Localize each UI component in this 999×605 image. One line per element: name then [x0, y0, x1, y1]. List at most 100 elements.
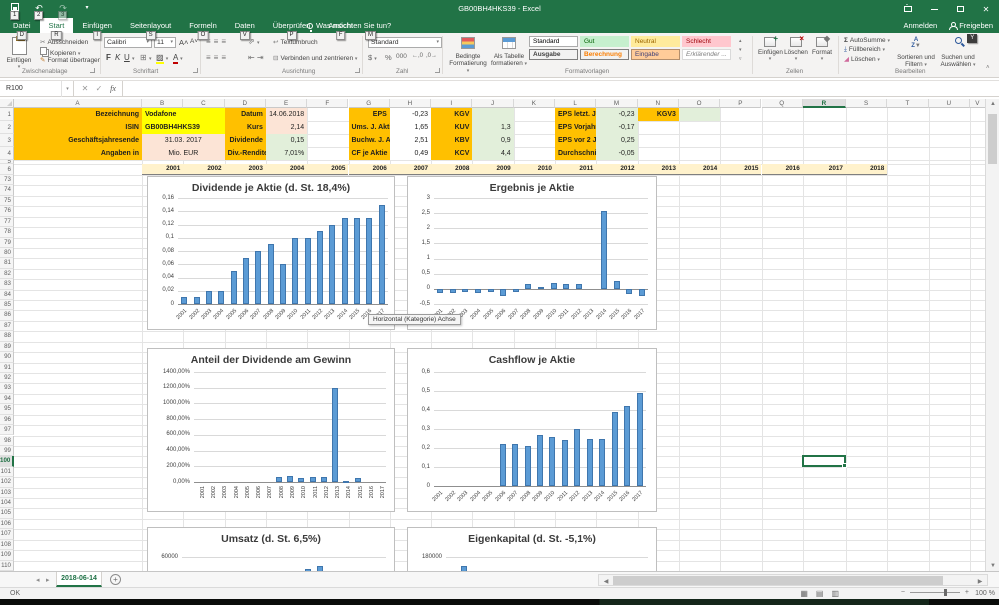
bar-2004[interactable] [475, 289, 481, 294]
number-format-select[interactable]: Standard ▾ [368, 37, 442, 48]
row-header-75[interactable]: 75 [0, 196, 14, 206]
column-header-G[interactable]: G [349, 99, 390, 108]
column-header-K[interactable]: K [514, 99, 555, 108]
row-header-83[interactable]: 83 [0, 279, 14, 289]
increase-decimal-button[interactable]: ←,0 [412, 53, 423, 59]
row-header-85[interactable]: 85 [0, 300, 14, 310]
bar-2008[interactable] [525, 446, 531, 486]
ribbon-tab-daten[interactable]: DatenV [226, 18, 264, 33]
bar-2016[interactable] [624, 406, 630, 486]
cell-J2[interactable]: 1,3 [472, 121, 513, 134]
bar-2015[interactable] [354, 218, 360, 304]
view-page-layout-button[interactable]: ▤ [816, 589, 824, 598]
view-normal-button[interactable]: ▦ [800, 589, 808, 598]
cell-style-neutral[interactable]: Neutral [631, 36, 680, 47]
column-header-L[interactable]: L [555, 99, 596, 108]
year-cell-2013[interactable]: 2013 [638, 164, 679, 175]
column-header-V[interactable]: V [970, 99, 985, 108]
cell-G3[interactable]: Buchw. J. A. [349, 134, 390, 147]
row-header-91[interactable]: 91 [0, 363, 14, 373]
bar-2009[interactable] [537, 435, 543, 486]
bar-2014[interactable] [599, 439, 605, 487]
bar-2007[interactable] [255, 251, 261, 304]
year-cell-2003[interactable]: 2003 [225, 164, 266, 175]
row-header-97[interactable]: 97 [0, 425, 14, 435]
ribbon-tab-start[interactable]: StartR [40, 18, 74, 33]
cell-H3[interactable]: 2,51 [390, 134, 431, 147]
year-cell-2007[interactable]: 2007 [390, 164, 431, 175]
cell-E2[interactable]: 2,14 [266, 121, 307, 134]
number-dialog-launcher[interactable] [435, 68, 440, 73]
bar-2009[interactable] [280, 264, 286, 304]
bar-2010[interactable] [549, 437, 555, 486]
row-header-76[interactable]: 76 [0, 206, 14, 216]
year-cell-2008[interactable]: 2008 [431, 164, 472, 175]
bar-2015[interactable] [614, 281, 620, 289]
bar-2010[interactable] [292, 238, 298, 304]
year-cell-2009[interactable]: 2009 [472, 164, 513, 175]
bar-2006[interactable] [500, 444, 506, 486]
bar-2012[interactable] [317, 231, 323, 304]
sign-in-button[interactable]: Anmelden [903, 21, 937, 30]
grow-font-button[interactable]: A˄ [179, 38, 188, 47]
horizontal-scrollbar[interactable]: ◀ ▶ [598, 574, 988, 586]
cell-G2[interactable]: Ums. J. Aktie [349, 121, 390, 134]
column-header-O[interactable]: O [679, 99, 720, 108]
cell-L3[interactable]: EPS vor 2 J. [555, 134, 596, 147]
cell-D3[interactable]: Dividende [225, 134, 266, 147]
bar-2009[interactable] [287, 476, 293, 482]
year-cell-2012[interactable]: 2012 [596, 164, 637, 175]
row-header-100[interactable]: 100 [0, 456, 14, 466]
row-header-73[interactable]: 73 [0, 175, 14, 185]
cancel-formula-icon[interactable]: ✕ [78, 81, 92, 97]
column-header-T[interactable]: T [887, 99, 928, 108]
italic-button[interactable]: K [115, 53, 120, 62]
row-header-107[interactable]: 107 [0, 529, 14, 539]
zoom-slider-knob[interactable] [944, 589, 947, 596]
row-header-93[interactable]: 93 [0, 383, 14, 393]
row-header-105[interactable]: 105 [0, 508, 14, 518]
year-cell-2017[interactable]: 2017 [803, 164, 846, 175]
bar-2002[interactable] [450, 289, 456, 294]
cell-B1[interactable]: Vodafone [142, 108, 225, 121]
cell-I4[interactable]: KCV [431, 147, 472, 160]
comma-style-button[interactable]: 000 [396, 53, 407, 60]
bar-2011[interactable] [562, 440, 568, 486]
bar-2010[interactable] [551, 283, 557, 289]
cell-style-erklrender[interactable]: Erklärender ... [682, 49, 731, 60]
cell-H2[interactable]: 1,65 [390, 121, 431, 134]
bar-2001[interactable] [181, 297, 187, 304]
cell-E3[interactable]: 0,15 [266, 134, 307, 147]
fill-button[interactable]: ⤓Füllbereich ▾ [844, 46, 885, 54]
column-header-A[interactable]: A [14, 99, 142, 108]
year-cell-2015[interactable]: 2015 [720, 164, 761, 175]
bar-2002[interactable] [194, 297, 200, 304]
row-header-74[interactable]: 74 [0, 185, 14, 195]
row-header-103[interactable]: 103 [0, 488, 14, 498]
row-header-79[interactable]: 79 [0, 238, 14, 248]
column-header-I[interactable]: I [431, 99, 472, 108]
cell-L4[interactable]: Durchschnitt [555, 147, 596, 160]
row-header-78[interactable]: 78 [0, 227, 14, 237]
horizontal-align-buttons[interactable]: ≡≡≡ [206, 53, 229, 62]
cell-J4[interactable]: 4,4 [472, 147, 513, 160]
cell-B4[interactable]: Mio. EUR [142, 147, 225, 160]
tell-me-box[interactable]: Was möchten Sie tun? M [307, 18, 391, 33]
column-header-E[interactable]: E [266, 99, 307, 108]
insert-function-icon[interactable]: fx [106, 81, 120, 97]
cell-B2[interactable]: GB00BH4HKS39 [142, 121, 225, 134]
column-header-F[interactable]: F [307, 99, 348, 108]
format-as-table-button[interactable]: Als Tabelleformatieren ▾ [490, 37, 528, 49]
spreadsheet-grid[interactable]: Horizontal (Kategorie) Achse ABCDEFGHIJK… [0, 99, 985, 571]
column-header-U[interactable]: U [929, 99, 970, 108]
column-header-S[interactable]: S [846, 99, 887, 108]
bar-2013[interactable] [332, 388, 338, 482]
name-box-dropdown[interactable]: ▾ [62, 81, 74, 97]
bar-2015[interactable] [355, 478, 361, 482]
cell-G4[interactable]: CF je Aktie [349, 147, 390, 160]
paste-button[interactable]: Einfügen ▾ [4, 37, 34, 70]
cell-style-eingabe[interactable]: Eingabe [631, 49, 680, 60]
vertical-align-buttons[interactable]: ≡≡≡ [206, 37, 229, 46]
bar-2016[interactable] [366, 218, 372, 304]
select-all-corner[interactable] [0, 99, 14, 108]
